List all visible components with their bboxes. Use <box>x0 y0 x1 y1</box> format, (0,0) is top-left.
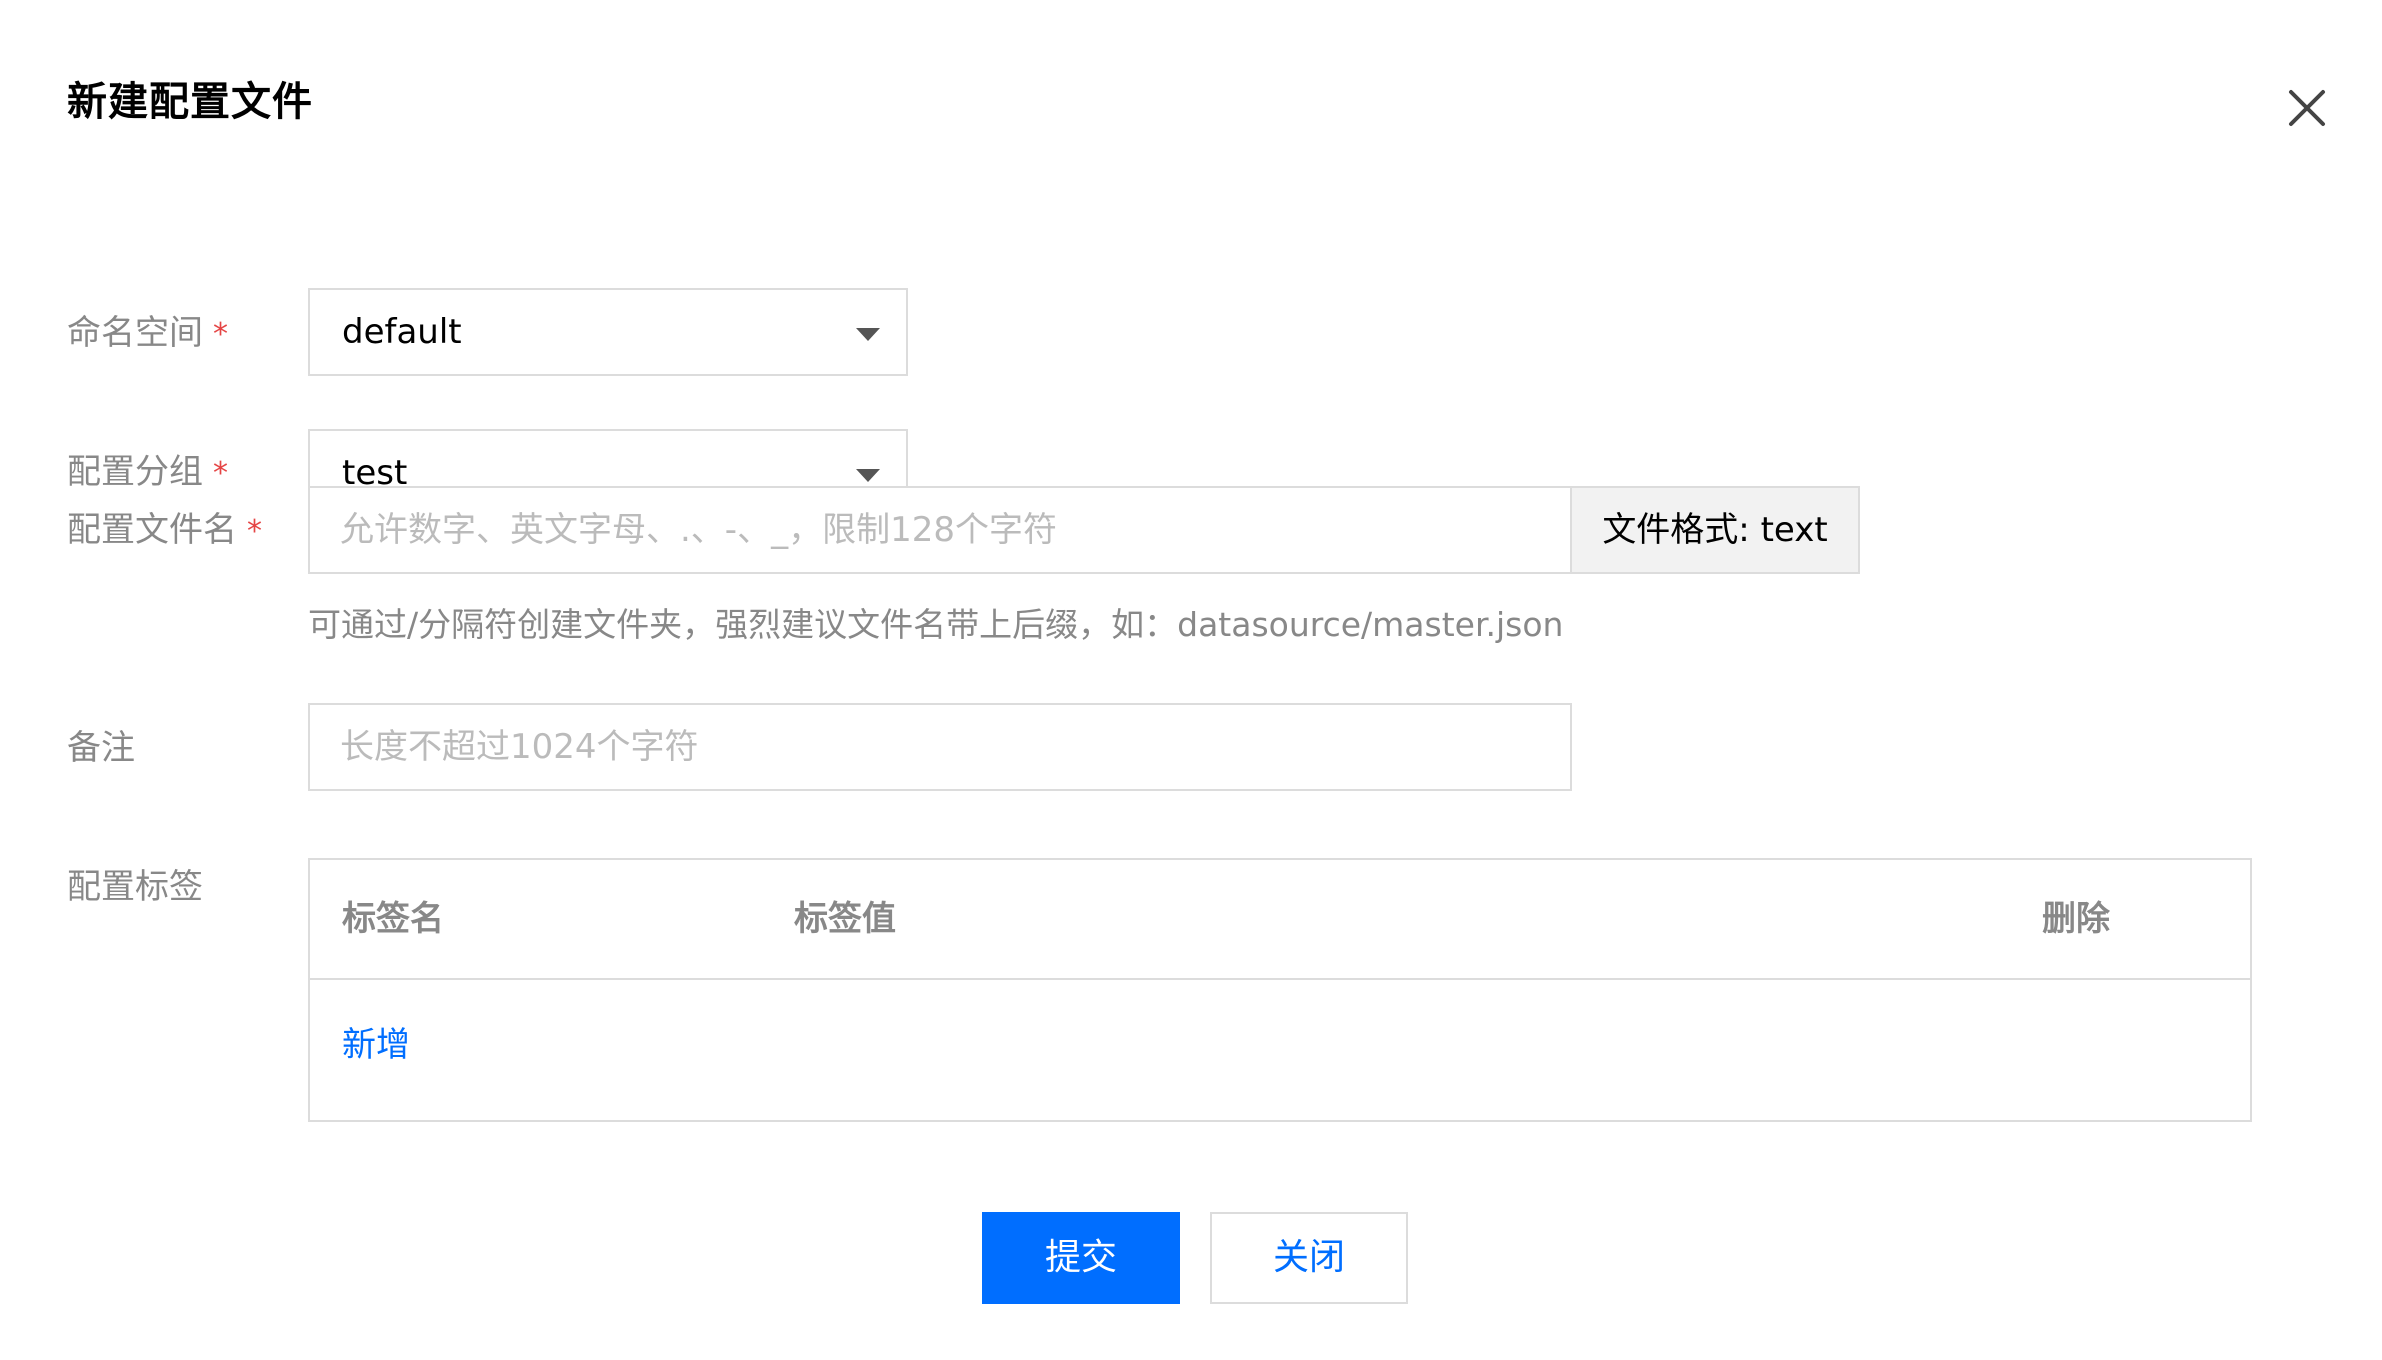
close-button[interactable] <box>2285 86 2329 130</box>
close-icon <box>2289 90 2325 126</box>
tags-label: 配置标签 <box>67 867 203 907</box>
group-label: 配置分组 * <box>67 447 228 499</box>
column-header-tag-name: 标签名 <box>342 899 444 939</box>
submit-button[interactable]: 提交 <box>982 1212 1180 1304</box>
filename-hint: 可通过/分隔符创建文件夹，强烈建议文件名带上后缀，如：datasource/ma… <box>308 605 1564 644</box>
column-header-delete: 删除 <box>2042 899 2110 939</box>
required-mark: * <box>247 514 262 549</box>
filename-label: 配置文件名 * <box>67 505 262 557</box>
caret-down-icon <box>856 469 880 482</box>
caret-down-icon <box>856 328 880 341</box>
tags-table-header: 标签名 标签值 删除 <box>310 860 2250 980</box>
add-tag-link[interactable]: 新增 <box>342 1020 410 1070</box>
tags-table: 标签名 标签值 删除 新增 <box>308 858 2252 1122</box>
column-header-tag-value: 标签值 <box>794 899 896 939</box>
file-format-addon: 文件格式: text <box>1570 486 1860 574</box>
required-mark: * <box>213 456 228 491</box>
remark-input[interactable] <box>308 703 1572 791</box>
filename-label-text: 配置文件名 <box>67 510 237 550</box>
namespace-label-text: 命名空间 <box>67 313 203 353</box>
create-config-dialog: 新建配置文件 命名空间* default 配置分组* test 配置文件名* 文… <box>0 0 2382 1360</box>
remark-label: 备注 <box>67 728 135 768</box>
namespace-label: 命名空间 * <box>67 308 228 360</box>
dialog-title: 新建配置文件 <box>67 79 313 125</box>
group-label-text: 配置分组 <box>67 452 203 492</box>
filename-input[interactable] <box>308 486 1572 574</box>
namespace-select[interactable]: default <box>308 288 908 376</box>
namespace-select-value: default <box>342 312 462 352</box>
required-mark: * <box>213 317 228 352</box>
close-dialog-button[interactable]: 关闭 <box>1210 1212 1408 1304</box>
